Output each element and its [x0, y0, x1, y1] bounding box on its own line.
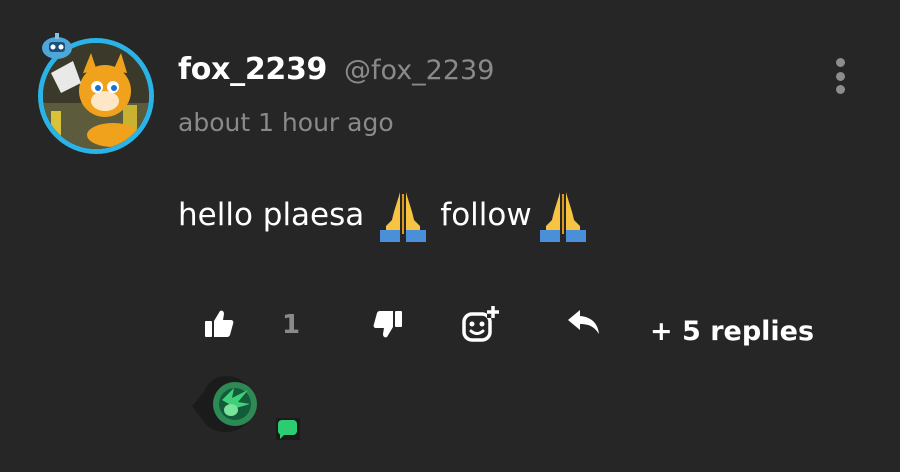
author-avatar[interactable]	[38, 33, 154, 154]
add-reaction-icon[interactable]	[460, 304, 502, 348]
comment-body: hello plaesa follow	[178, 186, 594, 244]
comment-text-part-1: hello plaesa	[178, 197, 365, 233]
comment-timestamp: about 1 hour ago	[178, 108, 394, 137]
comment-text-part-2: follow	[440, 197, 532, 233]
folded-hands-emoji-icon	[532, 186, 594, 244]
author-username[interactable]: fox_2239	[178, 52, 327, 87]
robot-badge-icon	[40, 32, 74, 62]
reply-icon[interactable]	[566, 308, 602, 340]
like-count: 1	[282, 310, 301, 340]
folded-hands-emoji-icon	[372, 186, 434, 244]
thumbs-up-icon[interactable]	[203, 308, 235, 344]
author-handle: @fox_2239	[344, 55, 495, 86]
reply-preview[interactable]	[190, 372, 310, 452]
more-options-icon[interactable]	[830, 58, 850, 94]
thumbs-down-icon[interactable]	[372, 308, 404, 344]
view-replies-button[interactable]: + 5 replies	[650, 316, 814, 347]
